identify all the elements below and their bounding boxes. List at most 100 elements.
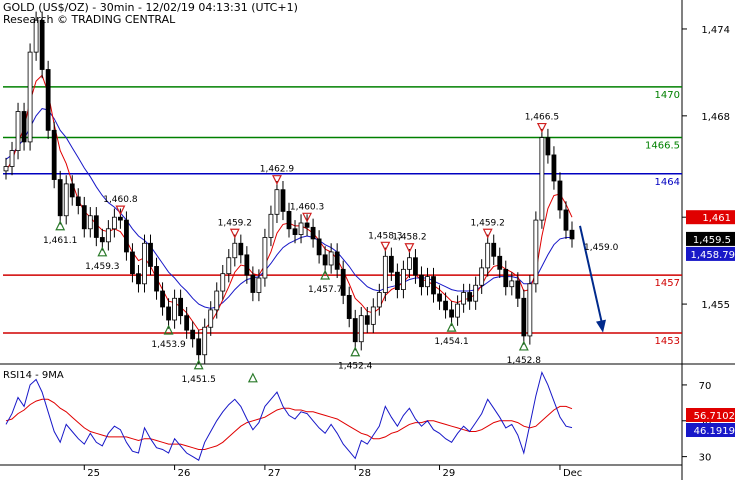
time-axis-label: 27	[268, 468, 281, 479]
price-axis-label: 1,468	[701, 112, 730, 123]
candle-body	[388, 255, 394, 273]
rsi-axis-label: 70	[699, 381, 712, 392]
pivot-label: 1,459.2	[471, 218, 505, 228]
ma-fast-value-label: 1,461	[702, 213, 731, 224]
candle-body	[57, 179, 63, 217]
candle-body	[75, 196, 81, 207]
candle-body	[352, 318, 358, 343]
candle-body	[316, 238, 322, 256]
candle-body	[533, 219, 539, 285]
pivot-marker-up	[446, 321, 457, 332]
candle-body	[202, 326, 208, 356]
rsi-axis-label: 30	[699, 453, 712, 464]
candle-body	[15, 111, 21, 151]
level-label-1466.5: 1466.5	[645, 141, 680, 152]
pivot-label: 1,466.5	[525, 113, 559, 123]
candle-body	[3, 166, 9, 172]
candle-body	[467, 292, 473, 302]
candle-body	[503, 268, 509, 288]
candle-body	[124, 219, 129, 253]
candle-body	[21, 111, 27, 143]
time-axis-label: 25	[87, 468, 100, 479]
candle-body	[214, 290, 220, 311]
candle-body	[545, 137, 551, 156]
pivot-label: 1,460.3	[290, 202, 324, 212]
candle-body	[304, 222, 310, 228]
candle-body	[425, 276, 430, 288]
pivot-marker-up	[55, 220, 66, 231]
candle-body	[358, 315, 364, 343]
pivot-marker-down	[380, 241, 391, 252]
chart-canvas: 1,474 1,468 1,461 1,455 25 26 27 28 29 Dec 1470 146…	[0, 0, 735, 480]
candle-body	[455, 303, 460, 318]
candle-body	[382, 255, 388, 293]
candle-body	[268, 213, 274, 238]
candle-body	[563, 209, 569, 231]
candle-body	[370, 306, 376, 325]
time-axis-label: Dec	[563, 468, 582, 479]
chart-stage: 1,474 1,468 1,461 1,455 25 26 27 28 29 Dec 1470 146…	[0, 0, 735, 480]
pivot-marker-down	[404, 243, 415, 254]
pivot-marker-down	[271, 175, 282, 186]
price-axis-label: 1,474	[701, 25, 730, 36]
pivot-label: 1,459.2	[218, 218, 252, 228]
candle-body	[394, 271, 400, 290]
candle-body	[99, 237, 105, 243]
time-axis-label: 28	[358, 468, 371, 479]
candle-body	[93, 215, 99, 238]
last-price-label: 1,459.5	[693, 235, 731, 246]
candle-body	[479, 267, 485, 286]
pivot-label: 1,453.9	[151, 340, 186, 350]
rsi-line	[5, 370, 573, 461]
candle-body	[376, 292, 382, 308]
candle-body	[431, 276, 436, 295]
ma-value-label: 1,458.79	[690, 250, 735, 261]
candle-body	[298, 222, 304, 235]
pivot-label: 1,458.2	[392, 233, 426, 243]
candle-body	[39, 19, 45, 70]
candle-body	[172, 297, 177, 321]
candle-body	[461, 292, 467, 305]
candle-body	[226, 257, 232, 275]
candle-body	[364, 315, 370, 325]
candle-body	[569, 229, 575, 240]
candle-body	[220, 273, 226, 292]
candle-body	[136, 273, 141, 285]
pivot-label: 1,461.1	[43, 236, 77, 246]
candle-body	[515, 280, 521, 299]
pivot-label: 1,452.4	[338, 362, 373, 372]
candle-body	[148, 242, 153, 267]
candle-body	[69, 183, 75, 198]
candle-body	[51, 129, 57, 180]
forecast-arrow-head	[596, 319, 606, 333]
candle-body	[27, 51, 33, 143]
candle-body	[190, 329, 196, 340]
rsi-ma-line	[5, 398, 573, 450]
candle-body	[557, 180, 563, 211]
candle-body	[118, 216, 123, 221]
pivot-label: 1,460.8	[103, 195, 138, 205]
candle-body	[196, 338, 202, 356]
pivot-marker-up	[193, 359, 204, 370]
candle-body	[184, 315, 190, 331]
candle-body	[160, 290, 165, 308]
candle-body	[328, 251, 334, 266]
pivot-label: 1,454.1	[434, 337, 468, 347]
candle-body	[485, 242, 491, 269]
candle-body	[437, 293, 442, 302]
candle-body	[274, 189, 280, 215]
level-label-1470: 1470	[655, 90, 680, 101]
candle-body	[509, 280, 515, 288]
candle-body	[256, 277, 262, 293]
level-label-1464: 1464	[655, 177, 680, 188]
candle-body	[497, 255, 503, 270]
candle-body	[401, 268, 406, 291]
candle-body	[322, 254, 328, 266]
candle-body	[346, 294, 352, 319]
candle-body	[244, 254, 250, 276]
candle-body	[238, 242, 244, 256]
price-axis-label: 1,455	[701, 300, 730, 311]
candle-body	[413, 257, 418, 276]
candle-body	[9, 150, 15, 167]
candle-body	[63, 183, 69, 217]
